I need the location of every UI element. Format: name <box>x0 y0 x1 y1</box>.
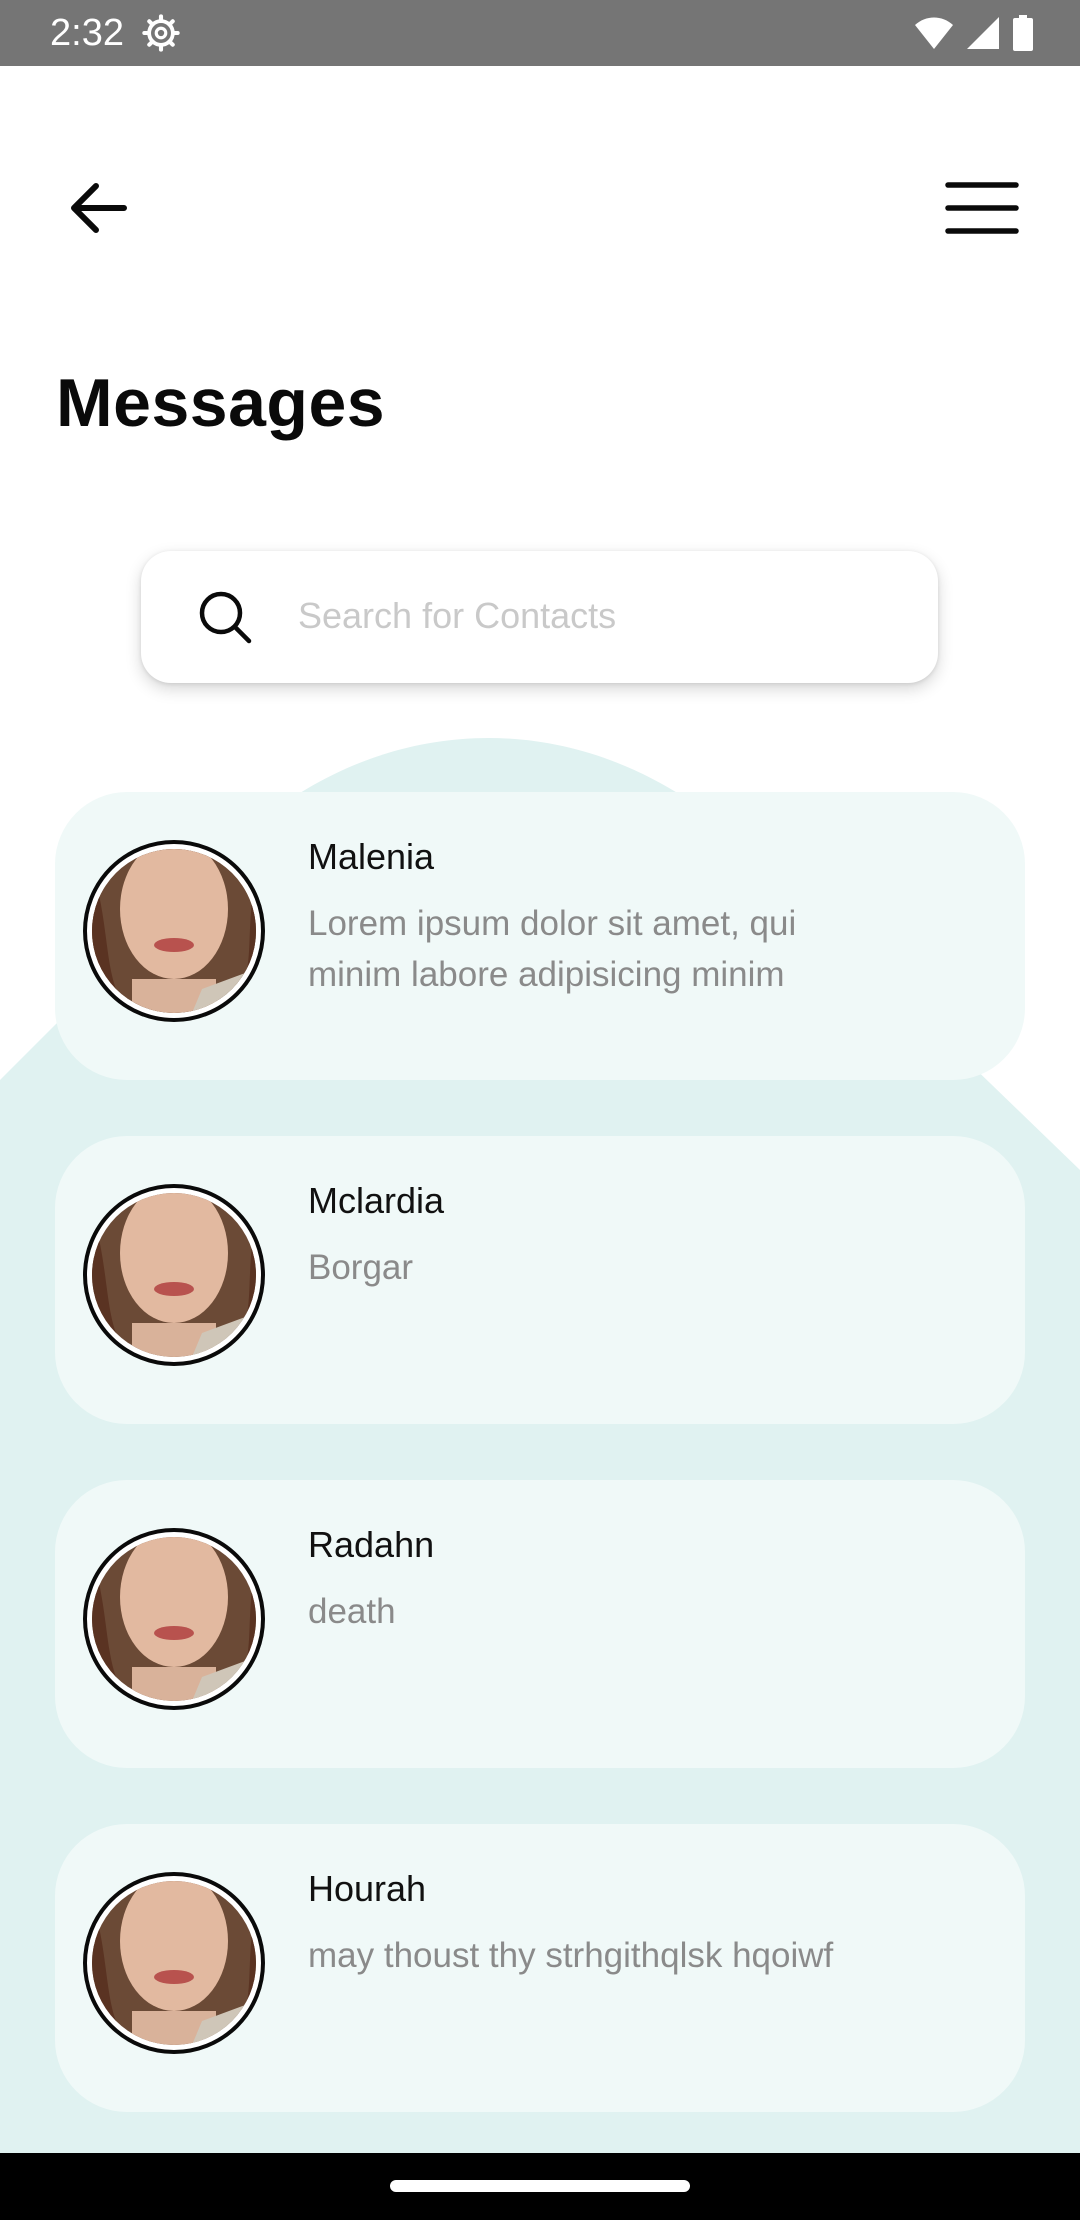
search-icon <box>199 591 252 644</box>
settings-gear-icon <box>142 14 180 52</box>
avatar <box>83 840 265 1022</box>
status-icons <box>914 14 1034 52</box>
avatar-photo <box>92 1881 256 2045</box>
avatar <box>83 1528 265 1710</box>
contact-name: Hourah <box>308 1868 427 1909</box>
avatar <box>83 1184 265 1366</box>
message-preview: Lorem ipsum dolor sit amet, qui minim la… <box>308 904 797 994</box>
avatar-photo <box>92 1193 256 1357</box>
cellular-signal-icon <box>967 17 999 49</box>
status-bar: 2:32 <box>0 0 1080 66</box>
message-preview: Borgar <box>308 1248 414 1287</box>
message-preview: death <box>308 1592 396 1631</box>
avatar-photo <box>92 1537 256 1701</box>
page-title: Messages <box>56 365 386 441</box>
message-item-malenia[interactable]: Malenia Lorem ipsum dolor sit amet, qui … <box>55 792 1025 1080</box>
avatar <box>83 1872 265 2054</box>
contact-name: Mclardia <box>308 1180 445 1221</box>
message-item-radahn[interactable]: Radahn death <box>55 1480 1025 1768</box>
back-button[interactable] <box>58 168 138 248</box>
search-box[interactable] <box>141 551 938 683</box>
messages-screen: 2:32 Messages Search for Contacts Maleni… <box>0 0 1080 2220</box>
status-time: 2:32 <box>50 12 124 54</box>
search-input[interactable] <box>296 579 900 653</box>
message-preview: may thoust thy strhgithqlsk hqoiwf <box>308 1936 834 1975</box>
message-item-mclardia[interactable]: Mclardia Borgar <box>55 1136 1025 1424</box>
contact-name: Radahn <box>308 1524 435 1565</box>
system-nav-bar <box>0 2153 1080 2220</box>
wifi-icon <box>915 17 953 49</box>
menu-button[interactable] <box>938 168 1026 248</box>
message-item-hourah[interactable]: Hourah may thoust thy strhgithqlsk hqoiw… <box>55 1824 1025 2112</box>
home-gesture-handle[interactable] <box>390 2180 690 2192</box>
hamburger-menu-icon <box>945 182 1019 234</box>
contact-name: Malenia <box>308 836 435 877</box>
battery-icon <box>1013 15 1033 51</box>
arrow-left-icon <box>71 183 127 233</box>
avatar-photo <box>92 849 256 1013</box>
